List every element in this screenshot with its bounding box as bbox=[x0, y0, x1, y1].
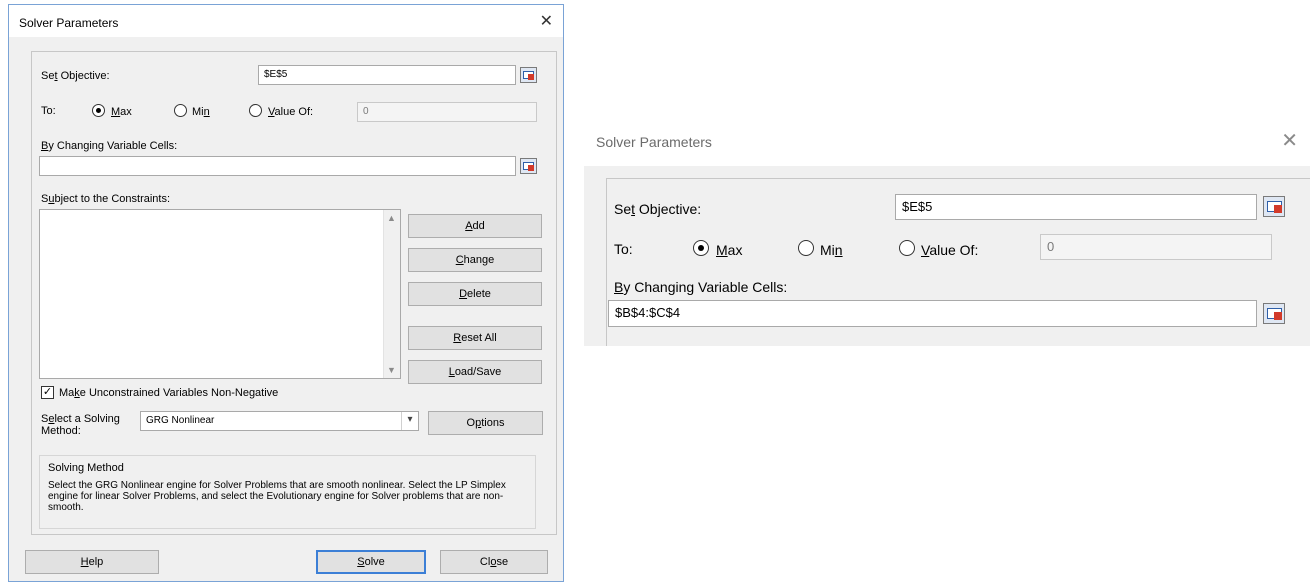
scroll-up-icon[interactable]: ▲ bbox=[387, 213, 396, 223]
max-label: Max bbox=[716, 242, 743, 258]
solving-method-group: Solving Method Select the GRG Nonlinear … bbox=[39, 455, 536, 529]
parameters-panel: Set Objective: $E$5 To: Max Min Value Of… bbox=[31, 51, 557, 535]
set-objective-range-selector-icon[interactable] bbox=[520, 67, 537, 83]
set-objective-label: Set Objective: bbox=[614, 201, 702, 217]
change-button[interactable]: Change bbox=[408, 248, 542, 272]
value-of-input[interactable]: 0 bbox=[357, 102, 537, 122]
value-of-input[interactable]: 0 bbox=[1040, 234, 1272, 260]
value-of-radio[interactable] bbox=[249, 104, 262, 117]
changing-cells-input[interactable] bbox=[39, 156, 516, 176]
solving-method-group-title: Solving Method bbox=[48, 462, 124, 474]
load-save-button[interactable]: Load/Save bbox=[408, 360, 542, 384]
to-label: To: bbox=[614, 241, 633, 257]
solve-button[interactable]: Solve bbox=[316, 550, 426, 574]
options-button[interactable]: Options bbox=[428, 411, 543, 435]
changing-cells-label: By Changing Variable Cells: bbox=[41, 140, 178, 152]
value-of-label: Value Of: bbox=[921, 242, 979, 258]
solving-method-label: Select a Solving Method: bbox=[41, 413, 120, 437]
chevron-down-icon[interactable]: ▾ bbox=[401, 412, 418, 430]
scroll-down-icon[interactable]: ▼ bbox=[387, 365, 396, 375]
set-objective-input[interactable]: $E$5 bbox=[895, 194, 1257, 220]
close-icon[interactable]: ✕ bbox=[540, 11, 553, 31]
constraints-scrollbar[interactable]: ▲ ▼ bbox=[383, 210, 400, 378]
title-bar: Solver Parameters ✕ bbox=[9, 5, 563, 37]
dialog-title: Solver Parameters bbox=[596, 134, 712, 150]
solving-method-description: Select the GRG Nonlinear engine for Solv… bbox=[48, 480, 506, 513]
solver-parameters-dialog: Solver Parameters ✕ Set Objective: $E$5 … bbox=[8, 4, 564, 582]
solver-parameters-dialog-zoomed: Solver Parameters ✕ Set Objective: $E$5 … bbox=[584, 114, 1310, 346]
value-of-radio[interactable] bbox=[899, 240, 915, 256]
changing-cells-label: By Changing Variable Cells: bbox=[614, 279, 788, 295]
dialog-title: Solver Parameters bbox=[19, 16, 119, 30]
parameters-panel: Set Objective: $E$5 To: Max Min Value Of… bbox=[606, 178, 1310, 346]
changing-cells-range-selector-icon[interactable] bbox=[520, 158, 537, 174]
changing-cells-input[interactable]: $B$4:$C$4 bbox=[608, 300, 1257, 327]
max-label: Max bbox=[111, 106, 132, 118]
close-icon[interactable]: ✕ bbox=[1281, 128, 1298, 153]
constraints-list[interactable]: ▲ ▼ bbox=[39, 209, 401, 379]
min-label: Min bbox=[820, 242, 843, 258]
min-radio[interactable] bbox=[174, 104, 187, 117]
set-objective-range-selector-icon[interactable] bbox=[1263, 196, 1285, 217]
min-label: Min bbox=[192, 106, 210, 118]
add-button[interactable]: Add bbox=[408, 214, 542, 238]
min-radio[interactable] bbox=[798, 240, 814, 256]
solving-method-value: GRG Nonlinear bbox=[146, 415, 215, 426]
help-button[interactable]: Help bbox=[25, 550, 159, 574]
changing-cells-range-selector-icon[interactable] bbox=[1263, 303, 1285, 324]
reset-all-button[interactable]: Reset All bbox=[408, 326, 542, 350]
non-negative-label: Make Unconstrained Variables Non-Negativ… bbox=[59, 387, 279, 399]
max-radio[interactable] bbox=[693, 240, 709, 256]
close-button[interactable]: Close bbox=[440, 550, 548, 574]
max-radio[interactable] bbox=[92, 104, 105, 117]
set-objective-label: Set Objective: bbox=[41, 70, 110, 82]
solving-method-select[interactable]: GRG Nonlinear ▾ bbox=[140, 411, 419, 431]
title-bar: Solver Parameters ✕ bbox=[584, 114, 1310, 166]
non-negative-checkbox[interactable]: ✓ bbox=[41, 386, 54, 399]
delete-button[interactable]: Delete bbox=[408, 282, 542, 306]
constraints-label: Subject to the Constraints: bbox=[41, 193, 171, 205]
value-of-label: Value Of: bbox=[268, 106, 314, 118]
to-label: To: bbox=[41, 105, 56, 117]
set-objective-input[interactable]: $E$5 bbox=[258, 65, 516, 85]
